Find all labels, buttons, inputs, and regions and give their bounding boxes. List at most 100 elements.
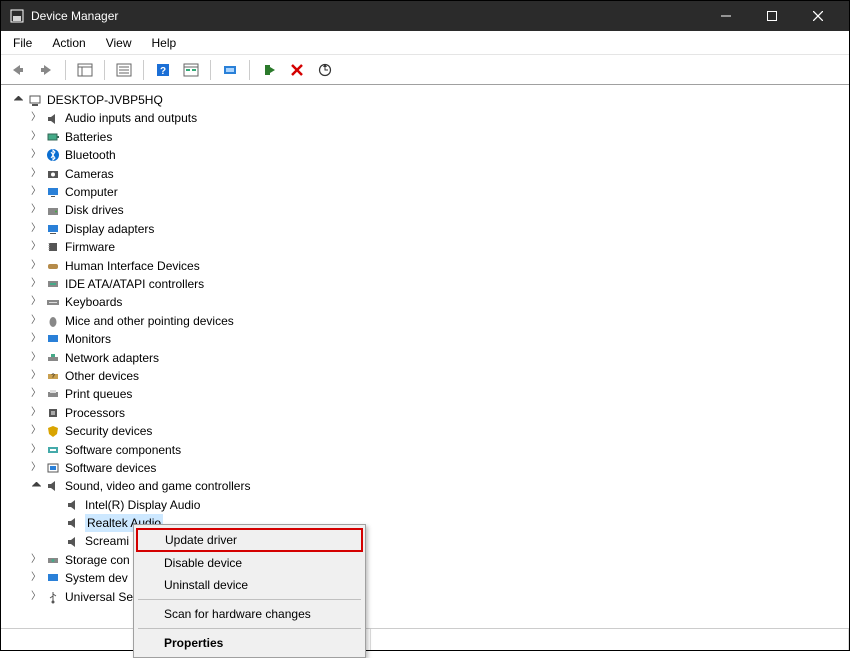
chevron-right-icon[interactable]: 〉	[29, 222, 43, 236]
tree-item-monitors[interactable]: 〉Monitors	[5, 330, 845, 348]
chevron-right-icon[interactable]: 〉	[29, 204, 43, 218]
chevron-right-icon[interactable]: 〉	[29, 590, 43, 604]
update-driver-icon[interactable]	[219, 59, 241, 81]
tree-item-swdevices[interactable]: 〉Software devices	[5, 459, 845, 477]
tree-item-batteries[interactable]: 〉Batteries	[5, 128, 845, 146]
tree-item-keyboards[interactable]: 〉Keyboards	[5, 293, 845, 311]
back-button[interactable]	[7, 59, 29, 81]
menu-help[interactable]: Help	[142, 33, 187, 53]
tree-item-network[interactable]: 〉Network adapters	[5, 348, 845, 366]
chevron-right-icon[interactable]: 〉	[29, 369, 43, 383]
battery-icon	[45, 129, 61, 145]
tree-item-storage[interactable]: 〉Storage con	[5, 551, 845, 569]
system-icon	[45, 570, 61, 586]
toolbar: ?	[1, 55, 849, 85]
ctx-scan-hardware[interactable]: Scan for hardware changes	[136, 603, 363, 625]
tree-item-processors[interactable]: 〉Processors	[5, 404, 845, 422]
chevron-right-icon[interactable]: 〉	[29, 351, 43, 365]
chip-icon	[45, 239, 61, 255]
tree-item-security[interactable]: 〉Security devices	[5, 422, 845, 440]
tree-item-usb[interactable]: 〉Universal Se	[5, 588, 845, 606]
forward-button[interactable]	[35, 59, 57, 81]
chevron-right-icon[interactable]: 〉	[29, 277, 43, 291]
chevron-right-icon[interactable]: 〉	[29, 553, 43, 567]
component-icon	[45, 442, 61, 458]
chevron-right-icon[interactable]: 〉	[29, 406, 43, 420]
tree-item-firmware[interactable]: 〉Firmware	[5, 238, 845, 256]
uninstall-device-icon[interactable]	[286, 59, 308, 81]
chevron-right-icon[interactable]: 〉	[29, 314, 43, 328]
tree-item-hid[interactable]: 〉Human Interface Devices	[5, 257, 845, 275]
context-menu: Update driver Disable device Uninstall d…	[133, 524, 366, 658]
menu-view[interactable]: View	[96, 33, 142, 53]
keyboard-icon	[45, 294, 61, 310]
scan-hardware-icon[interactable]	[314, 59, 336, 81]
chevron-down-icon[interactable]	[29, 479, 43, 493]
properties-icon[interactable]	[113, 59, 135, 81]
speaker-icon	[45, 478, 61, 494]
chevron-right-icon[interactable]: 〉	[29, 185, 43, 199]
chevron-right-icon[interactable]: 〉	[29, 571, 43, 585]
tree-item-bluetooth[interactable]: 〉Bluetooth	[5, 146, 845, 164]
chevron-right-icon[interactable]: 〉	[29, 424, 43, 438]
speaker-icon	[65, 534, 81, 550]
mouse-icon	[45, 313, 61, 329]
chevron-down-icon[interactable]	[11, 93, 25, 107]
minimize-button[interactable]	[703, 1, 749, 31]
scan-icon[interactable]	[180, 59, 202, 81]
device-tree[interactable]: DESKTOP-JVBP5HQ 〉Audio inputs and output…	[1, 85, 849, 625]
chevron-right-icon[interactable]: 〉	[29, 167, 43, 181]
printer-icon	[45, 386, 61, 402]
software-icon	[45, 460, 61, 476]
device-intel-display-audio[interactable]: Intel(R) Display Audio	[5, 496, 845, 514]
chevron-right-icon[interactable]: 〉	[29, 295, 43, 309]
tree-item-other[interactable]: 〉?Other devices	[5, 367, 845, 385]
tree-item-audio[interactable]: 〉Audio inputs and outputs	[5, 109, 845, 127]
ctx-disable-device[interactable]: Disable device	[136, 552, 363, 574]
device-screaming-bee-audio[interactable]: Screami	[5, 532, 845, 550]
enable-device-icon[interactable]	[258, 59, 280, 81]
bluetooth-icon	[45, 147, 61, 163]
monitor-icon	[45, 184, 61, 200]
help-icon[interactable]: ?	[152, 59, 174, 81]
speaker-icon	[65, 515, 81, 531]
disk-icon	[45, 203, 61, 219]
menu-action[interactable]: Action	[42, 33, 95, 53]
show-hide-console-icon[interactable]	[74, 59, 96, 81]
chevron-right-icon[interactable]: 〉	[29, 240, 43, 254]
ctx-separator	[138, 599, 361, 600]
device-realtek-audio[interactable]: Realtek Audio	[5, 514, 845, 532]
tree-item-ide[interactable]: 〉IDE ATA/ATAPI controllers	[5, 275, 845, 293]
tree-root[interactable]: DESKTOP-JVBP5HQ	[5, 91, 845, 109]
maximize-button[interactable]	[749, 1, 795, 31]
chevron-right-icon[interactable]: 〉	[29, 461, 43, 475]
chevron-right-icon[interactable]: 〉	[29, 332, 43, 346]
menubar: File Action View Help	[1, 31, 849, 55]
speaker-icon	[45, 111, 61, 127]
tree-item-printqueues[interactable]: 〉Print queues	[5, 385, 845, 403]
monitor-icon	[45, 331, 61, 347]
window-title: Device Manager	[31, 9, 118, 23]
chevron-right-icon[interactable]: 〉	[29, 148, 43, 162]
tree-item-swcomponents[interactable]: 〉Software components	[5, 440, 845, 458]
root-label: DESKTOP-JVBP5HQ	[47, 91, 163, 109]
tree-item-sound[interactable]: Sound, video and game controllers	[5, 477, 845, 495]
close-button[interactable]	[795, 1, 841, 31]
chevron-right-icon[interactable]: 〉	[29, 259, 43, 273]
svg-text:?: ?	[160, 66, 166, 77]
tree-item-mice[interactable]: 〉Mice and other pointing devices	[5, 312, 845, 330]
network-icon	[45, 350, 61, 366]
tree-item-computer[interactable]: 〉Computer	[5, 183, 845, 201]
unknown-icon: ?	[45, 368, 61, 384]
ctx-uninstall-device[interactable]: Uninstall device	[136, 574, 363, 596]
chevron-right-icon[interactable]: 〉	[29, 130, 43, 144]
tree-item-cameras[interactable]: 〉Cameras	[5, 165, 845, 183]
ctx-update-driver[interactable]: Update driver	[136, 528, 363, 552]
tree-item-diskdrives[interactable]: 〉Disk drives	[5, 201, 845, 219]
chevron-right-icon[interactable]: 〉	[29, 387, 43, 401]
chevron-right-icon[interactable]: 〉	[29, 443, 43, 457]
tree-item-display[interactable]: 〉Display adapters	[5, 220, 845, 238]
chevron-right-icon[interactable]: 〉	[29, 112, 43, 126]
tree-item-system[interactable]: 〉System dev	[5, 569, 845, 587]
menu-file[interactable]: File	[3, 33, 42, 53]
